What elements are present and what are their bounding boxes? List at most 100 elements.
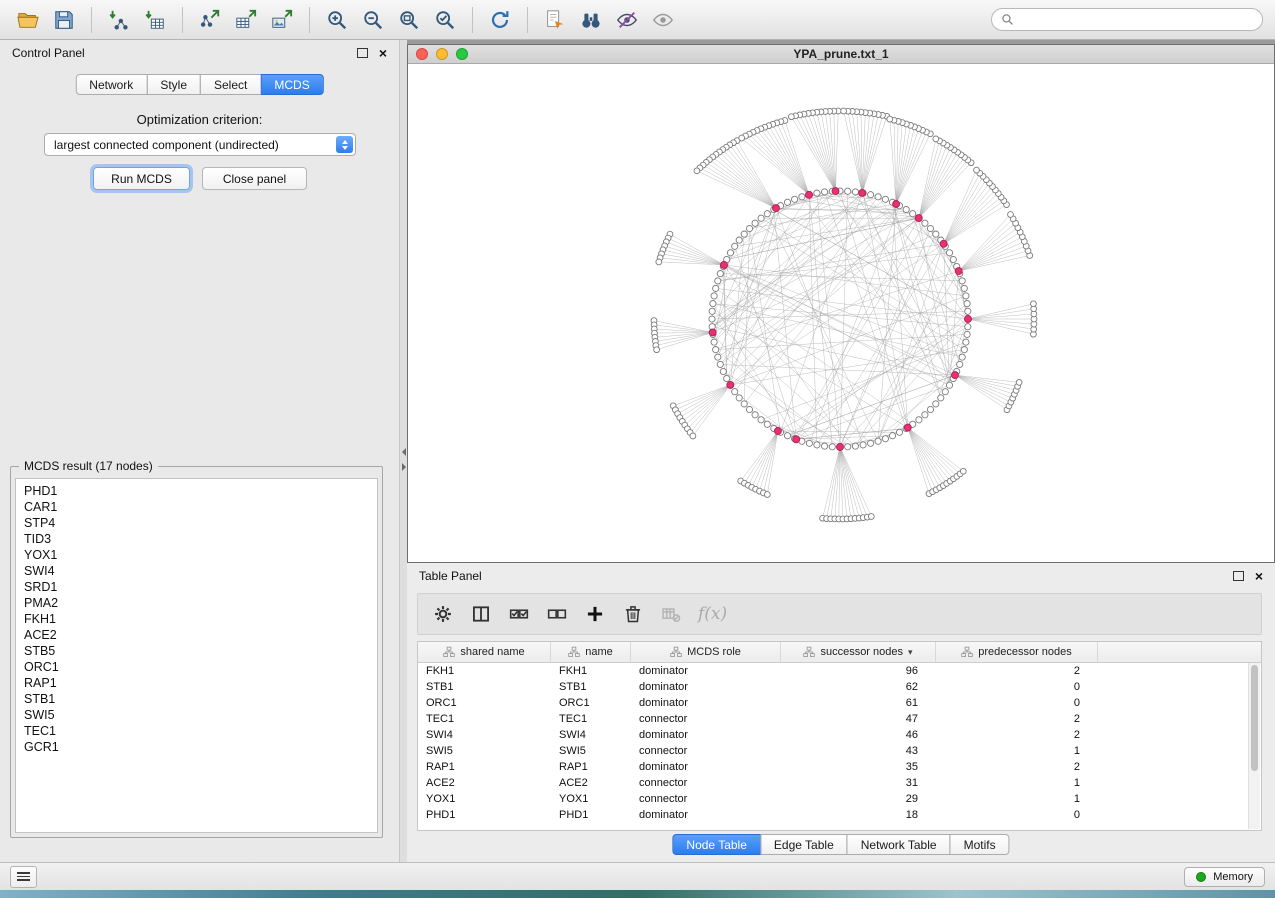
mcds-result-item[interactable]: STB1 bbox=[16, 691, 377, 707]
zoom-selected-icon[interactable] bbox=[429, 4, 461, 36]
network-dominator-node[interactable] bbox=[832, 188, 839, 195]
network-node[interactable] bbox=[938, 395, 944, 401]
run-mcds-button[interactable]: Run MCDS bbox=[93, 167, 190, 190]
hide-graphics-details-icon[interactable] bbox=[611, 4, 643, 36]
export-image-icon[interactable] bbox=[266, 4, 298, 36]
network-node[interactable] bbox=[822, 189, 828, 195]
show-graphics-details-icon[interactable] bbox=[647, 4, 679, 36]
network-node[interactable] bbox=[896, 429, 902, 435]
network-node[interactable] bbox=[758, 417, 764, 423]
network-node[interactable] bbox=[964, 331, 970, 337]
export-document-icon[interactable] bbox=[539, 4, 571, 36]
mcds-result-item[interactable]: ORC1 bbox=[16, 659, 377, 675]
search-neighbors-icon[interactable] bbox=[575, 4, 607, 36]
table-row[interactable]: TEC1TEC1connector472 bbox=[418, 711, 1261, 727]
collapse-left-icon[interactable] bbox=[402, 448, 406, 456]
network-node[interactable] bbox=[959, 278, 965, 284]
mcds-result-item[interactable]: RAP1 bbox=[16, 675, 377, 691]
export-network-icon[interactable] bbox=[194, 4, 226, 36]
column-header-shared-name[interactable]: shared name bbox=[418, 642, 551, 662]
tab-mcds[interactable]: MCDS bbox=[260, 74, 323, 95]
network-dominator-node[interactable] bbox=[773, 205, 780, 212]
select-all-rows-icon[interactable] bbox=[502, 597, 536, 631]
tab-network-table[interactable]: Network Table bbox=[847, 834, 951, 855]
network-dominator-node[interactable] bbox=[774, 428, 781, 435]
sort-chevron-down-icon[interactable]: ▾ bbox=[908, 647, 913, 658]
network-leaf-node[interactable] bbox=[690, 433, 696, 439]
network-leaf-node[interactable] bbox=[887, 116, 893, 122]
network-dominator-node[interactable] bbox=[915, 215, 922, 222]
table-row[interactable]: STB1STB1dominator620 bbox=[418, 679, 1261, 695]
show-columns-icon[interactable] bbox=[464, 597, 498, 631]
network-leaf-node[interactable] bbox=[868, 514, 874, 520]
network-leaf-node[interactable] bbox=[739, 135, 745, 141]
network-node[interactable] bbox=[746, 406, 752, 412]
panel-menu-icon[interactable] bbox=[10, 866, 37, 888]
zoom-out-icon[interactable] bbox=[357, 4, 389, 36]
mcds-result-item[interactable]: FKH1 bbox=[16, 611, 377, 627]
network-node[interactable] bbox=[965, 308, 971, 314]
delete-table-icon[interactable] bbox=[654, 597, 688, 631]
column-header-successor-nodes[interactable]: successor nodes▾ bbox=[781, 642, 936, 662]
import-network-icon[interactable] bbox=[103, 4, 135, 36]
network-leaf-node[interactable] bbox=[960, 468, 966, 474]
network-node[interactable] bbox=[732, 243, 738, 249]
network-node[interactable] bbox=[852, 189, 858, 195]
network-node[interactable] bbox=[964, 301, 970, 307]
network-node[interactable] bbox=[752, 220, 758, 226]
network-node[interactable] bbox=[961, 285, 967, 291]
tab-select[interactable]: Select bbox=[200, 74, 261, 95]
network-dominator-node[interactable] bbox=[893, 201, 900, 208]
network-leaf-node[interactable] bbox=[1008, 212, 1014, 218]
network-node[interactable] bbox=[717, 271, 723, 277]
table-settings-gear-icon[interactable] bbox=[426, 597, 460, 631]
network-node[interactable] bbox=[933, 401, 939, 407]
network-node[interactable] bbox=[792, 196, 798, 202]
mcds-result-item[interactable]: PHD1 bbox=[16, 483, 377, 499]
memory-button[interactable]: Memory bbox=[1184, 867, 1265, 887]
network-node[interactable] bbox=[922, 412, 928, 418]
network-leaf-node[interactable] bbox=[654, 347, 660, 353]
import-table-icon[interactable] bbox=[139, 4, 171, 36]
mcds-result-item[interactable]: STP4 bbox=[16, 515, 377, 531]
network-node[interactable] bbox=[717, 361, 723, 367]
network-node[interactable] bbox=[829, 444, 835, 450]
mcds-result-item[interactable]: SRD1 bbox=[16, 579, 377, 595]
network-node[interactable] bbox=[922, 220, 928, 226]
collapse-right-icon[interactable] bbox=[402, 463, 406, 471]
float-table-panel-icon[interactable] bbox=[1233, 571, 1244, 581]
tab-network[interactable]: Network bbox=[75, 74, 147, 95]
network-dominator-node[interactable] bbox=[721, 261, 728, 268]
network-dominator-node[interactable] bbox=[955, 268, 962, 275]
mcds-result-item[interactable]: PMA2 bbox=[16, 595, 377, 611]
network-node[interactable] bbox=[882, 436, 888, 442]
unselect-all-rows-icon[interactable] bbox=[540, 597, 574, 631]
network-node[interactable] bbox=[910, 211, 916, 217]
network-node[interactable] bbox=[933, 231, 939, 237]
search-input[interactable] bbox=[1020, 12, 1253, 28]
mcds-result-list[interactable]: PHD1CAR1STP4TID3YOX1SWI4SRD1PMA2FKH1ACE2… bbox=[15, 478, 378, 833]
table-row[interactable]: ORC1ORC1dominator610 bbox=[418, 695, 1261, 711]
network-node[interactable] bbox=[752, 412, 758, 418]
network-node[interactable] bbox=[950, 256, 956, 262]
network-window-titlebar[interactable]: YPA_prune.txt_1 bbox=[408, 45, 1274, 64]
network-node[interactable] bbox=[845, 188, 851, 194]
network-node[interactable] bbox=[963, 339, 969, 345]
network-node[interactable] bbox=[784, 199, 790, 205]
network-node[interactable] bbox=[889, 433, 895, 439]
mcds-result-item[interactable]: CAR1 bbox=[16, 499, 377, 515]
network-node[interactable] bbox=[711, 293, 717, 299]
network-leaf-node[interactable] bbox=[974, 167, 980, 173]
mcds-result-item[interactable]: TID3 bbox=[16, 531, 377, 547]
network-node[interactable] bbox=[814, 442, 820, 448]
network-node[interactable] bbox=[720, 368, 726, 374]
mcds-result-item[interactable]: TEC1 bbox=[16, 723, 377, 739]
network-dominator-node[interactable] bbox=[709, 329, 716, 336]
network-node[interactable] bbox=[713, 347, 719, 353]
network-dominator-node[interactable] bbox=[837, 444, 844, 451]
mcds-result-item[interactable]: ACE2 bbox=[16, 627, 377, 643]
network-node[interactable] bbox=[942, 389, 948, 395]
network-leaf-node[interactable] bbox=[764, 492, 770, 498]
network-node[interactable] bbox=[741, 401, 747, 407]
network-node[interactable] bbox=[965, 324, 971, 330]
